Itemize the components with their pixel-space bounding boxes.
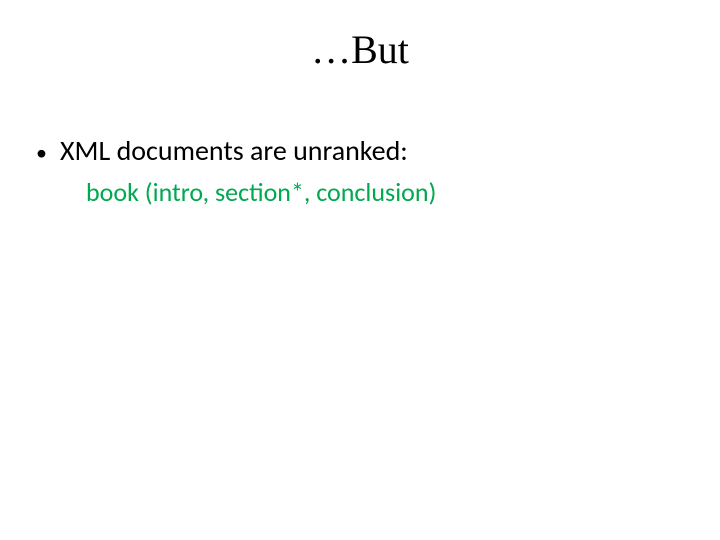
slide: …But • XML documents are unranked: book … bbox=[0, 0, 720, 540]
bullet-icon: • bbox=[36, 139, 60, 167]
sub-bullet-text: book (intro, section*, conclusion) bbox=[36, 176, 692, 208]
bullet-item: • XML documents are unranked: bbox=[36, 133, 692, 168]
bullet-text: XML documents are unranked: bbox=[60, 133, 408, 168]
slide-body: • XML documents are unranked: book (intr… bbox=[28, 133, 692, 208]
slide-title: …But bbox=[28, 26, 692, 73]
